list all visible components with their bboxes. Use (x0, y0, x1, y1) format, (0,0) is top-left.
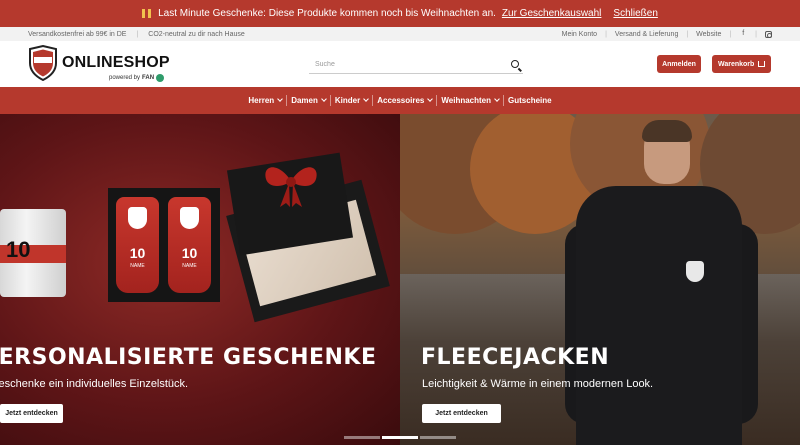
powered-by: powered by FAN (109, 74, 170, 82)
cart-label: Warenkorb (718, 60, 755, 68)
nav-item-label: Damen (291, 96, 318, 105)
info-separator: | (729, 30, 732, 38)
chevron-down-icon (321, 96, 327, 102)
slider-pager (344, 436, 456, 439)
login-button[interactable]: Anmelden (657, 55, 701, 73)
nav-item-label: Accessoires (377, 96, 425, 105)
club-crest-icon (29, 45, 57, 81)
nav-item-kinder[interactable]: Kinder (331, 96, 372, 105)
nav-item-damen[interactable]: Damen (287, 96, 330, 105)
site-header: ONLINESHOP powered by FAN Anmelden Waren… (0, 41, 800, 87)
nav-item-label: Kinder (334, 96, 361, 105)
info-bar: Versandkostenfrei ab 99€ in DE | CO2-neu… (0, 27, 800, 41)
chevron-down-icon (427, 96, 434, 102)
link-website[interactable]: Website (696, 31, 721, 38)
info-co2: CO2-neutral zu dir nach Hause (148, 30, 245, 38)
search-input[interactable] (309, 60, 499, 68)
nav-item-label: Weihnachten (441, 96, 492, 105)
nav-item-label: Herren (248, 96, 275, 105)
guard-number: 10 (129, 245, 146, 261)
info-separator: | (605, 30, 607, 38)
guard-name: NAME (182, 263, 197, 269)
shin-guard-right: 10 NAME (168, 197, 211, 293)
promo-link[interactable]: Zur Geschenkauswahl (502, 8, 602, 19)
mug-image: 10 (0, 209, 66, 297)
link-versand[interactable]: Versand & Lieferung (615, 31, 678, 38)
model-hair (642, 120, 692, 142)
search-box (309, 55, 523, 74)
facebook-icon[interactable]: f (739, 30, 747, 38)
hero-cta-button[interactable]: Jetzt entdecken (422, 404, 501, 423)
promo-close-link[interactable]: Schließen (613, 8, 657, 19)
nav-item-accessoires[interactable]: Accessoires (373, 96, 436, 105)
shin-guard-left: 10 NAME (116, 197, 159, 293)
link-mein-konto[interactable]: Mein Konto (562, 31, 597, 38)
mug-number: 10 (6, 237, 31, 262)
crest-icon (686, 261, 704, 282)
pager-dot-active[interactable] (382, 436, 418, 439)
hero-slide-fleece[interactable]: FLEECEJACKEN Leichtigkeit & Wärme in ein… (400, 114, 800, 445)
chevron-down-icon (363, 96, 370, 102)
nav-item-weihnachten[interactable]: Weihnachten (437, 96, 503, 105)
shin-guard-box: 10 NAME 10 NAME (108, 188, 220, 302)
pager-dot[interactable] (420, 436, 456, 439)
ribbon-bow-icon (265, 167, 317, 207)
search-icon[interactable] (511, 60, 519, 68)
powered-by-text: powered by (109, 75, 141, 81)
info-shipping: Versandkostenfrei ab 99€ in DE (28, 30, 127, 38)
chevron-down-icon (277, 96, 284, 102)
guard-name: NAME (130, 263, 145, 269)
nav-item-gutscheine[interactable]: Gutscheine (504, 96, 556, 105)
crest-icon (128, 207, 147, 229)
fleece-jacket-image (576, 186, 742, 445)
nav-item-label: Gutscheine (508, 96, 552, 105)
promo-text: Last Minute Geschenke: Diese Produkte ko… (158, 8, 496, 19)
hero-slide-gifts[interactable]: 10 10 NAME 10 NAME PERSONALISIERTE GESCH… (0, 114, 400, 445)
promo-bar: Last Minute Geschenke: Diese Produkte ko… (0, 0, 800, 27)
hero-title: PERSONALISIERTE GESCHENKE (0, 345, 377, 370)
cart-icon (758, 61, 765, 67)
info-separator: | (755, 30, 757, 38)
crest-icon (180, 207, 199, 229)
main-nav: Herren Damen Kinder Accessoires Weihnach… (0, 87, 800, 114)
info-separator: | (686, 30, 689, 38)
guard-number: 10 (181, 245, 198, 261)
pager-dot[interactable] (344, 436, 380, 439)
site-logo[interactable]: ONLINESHOP powered by FAN (28, 45, 170, 82)
info-separator: | (136, 30, 139, 38)
hero-cta-button[interactable]: Jetzt entdecken (0, 404, 63, 423)
hero-slider: 10 10 NAME 10 NAME PERSONALISIERTE GESCH… (0, 114, 800, 445)
nav-item-herren[interactable]: Herren (244, 96, 286, 105)
gift-icon (142, 9, 152, 18)
cart-button[interactable]: Warenkorb (712, 55, 771, 73)
hero-subtitle: Geschenke ein individuelles Einzelstück. (0, 378, 189, 390)
powered-by-brand: FAN (142, 75, 155, 81)
chevron-down-icon (494, 96, 500, 102)
instagram-icon[interactable] (765, 30, 772, 38)
hero-subtitle: Leichtigkeit & Wärme in einem modernen L… (422, 378, 654, 390)
brand-dot-icon (156, 74, 165, 82)
hero-title: FLEECEJACKEN (421, 345, 610, 370)
logo-title: ONLINESHOP (62, 54, 170, 71)
